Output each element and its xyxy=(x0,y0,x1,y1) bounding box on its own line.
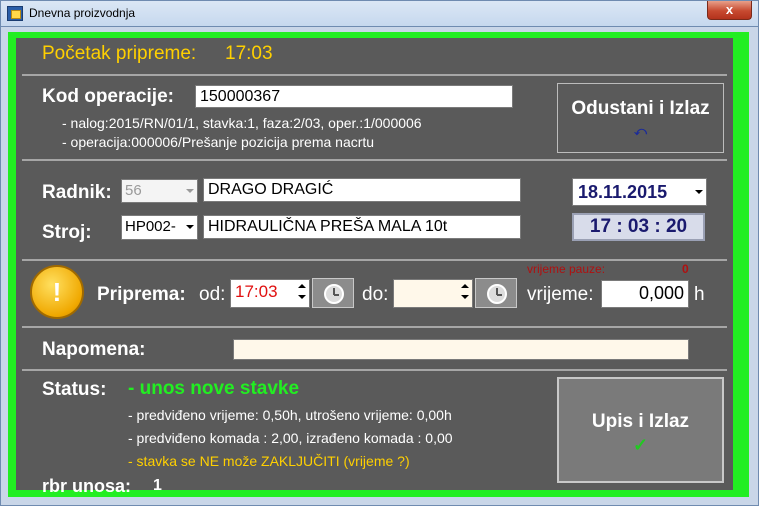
current-time-display: 17 : 03 : 20 xyxy=(572,213,705,241)
pause-time-value: 0 xyxy=(682,262,689,276)
spin-down-icon xyxy=(461,295,469,299)
entry-number-value: 1 xyxy=(153,477,162,494)
status-warning: - stavka se NE može ZAKLJUČITI (vrijeme … xyxy=(128,453,410,469)
clock-icon xyxy=(487,284,507,304)
close-icon: x xyxy=(725,2,734,17)
cancel-exit-button[interactable]: Odustani i Izlaz ⤺ xyxy=(557,83,724,153)
cancel-exit-label: Odustani i Izlaz xyxy=(571,98,710,119)
worker-id-select[interactable]: 56 xyxy=(121,179,198,203)
prep-to-label: do: xyxy=(362,284,389,305)
start-label: Početak pripreme: xyxy=(42,43,197,64)
entry-number-label: rbr unosa: xyxy=(42,476,132,496)
prep-from-time-input[interactable]: 17:03 xyxy=(230,279,310,308)
spin-down-icon xyxy=(298,295,306,299)
machine-id-select[interactable]: HP002- xyxy=(121,215,198,240)
machine-id-value: HP002- xyxy=(125,218,176,235)
note-label: Napomena: xyxy=(42,339,146,360)
spin-up-icon xyxy=(461,284,469,288)
checkmark-icon: ✓ xyxy=(632,435,649,455)
operation-detail-name: - operacija:000006/Prešanje pozicija pre… xyxy=(62,134,375,150)
prep-label: Priprema: xyxy=(97,284,186,305)
chevron-down-icon xyxy=(186,225,194,229)
status-label: Status: xyxy=(42,379,107,400)
date-value: 18.11.2015 xyxy=(578,182,668,202)
machine-name-field[interactable]: HIDRAULIČNA PREŠA MALA 10t xyxy=(203,215,521,239)
note-input[interactable] xyxy=(233,339,689,360)
divider xyxy=(22,259,727,261)
duration-input[interactable]: 0,000 xyxy=(601,280,689,308)
chevron-down-icon xyxy=(695,190,703,194)
date-picker[interactable]: 18.11.2015 xyxy=(572,178,707,206)
prep-from-label: od: xyxy=(199,284,226,305)
prep-from-value: 17:03 xyxy=(235,282,278,301)
warning-icon: ! xyxy=(30,265,84,319)
title-bar: Dnevna proizvodnja x xyxy=(0,0,759,26)
duration-label: vrijeme: xyxy=(527,284,594,305)
pause-time-label: vrijeme pauze: xyxy=(527,262,606,276)
divider xyxy=(22,159,727,161)
chevron-down-icon xyxy=(186,189,194,193)
set-to-time-button[interactable] xyxy=(475,278,517,308)
spin-up-icon xyxy=(298,284,306,288)
machine-label: Stroj: xyxy=(42,222,92,243)
prep-to-time-input[interactable] xyxy=(393,279,473,308)
worker-name-field[interactable]: DRAGO DRAGIĆ xyxy=(203,178,521,202)
operation-code-input[interactable]: 150000367 xyxy=(195,85,513,108)
status-quantity-info: - predviđeno komada : 2,00, izrađeno kom… xyxy=(128,430,453,446)
window-title: Dnevna proizvodnja xyxy=(29,6,136,20)
app-icon xyxy=(7,6,23,21)
status-time-info: - predviđeno vrijeme: 0,50h, utrošeno vr… xyxy=(128,407,452,423)
spin-arrows[interactable] xyxy=(460,282,470,302)
status-value: - unos nove stavke xyxy=(128,378,300,399)
warning-glyph: ! xyxy=(52,277,62,307)
operation-detail-order: - nalog:2015/RN/01/1, stavka:1, faza:2/0… xyxy=(62,115,422,131)
divider xyxy=(22,326,727,328)
save-exit-button[interactable]: Upis i Izlaz ✓ xyxy=(557,377,724,483)
save-exit-label: Upis i Izlaz xyxy=(591,411,690,432)
divider xyxy=(22,369,727,371)
worker-label: Radnik: xyxy=(42,182,112,203)
clock-icon xyxy=(324,284,344,304)
worker-id-value: 56 xyxy=(125,182,142,199)
start-time: 17:03 xyxy=(225,43,273,64)
divider xyxy=(22,74,727,76)
close-button[interactable]: x xyxy=(707,1,752,20)
duration-unit: h xyxy=(694,284,705,305)
operation-code-label: Kod operacije: xyxy=(42,86,174,107)
set-from-time-button[interactable] xyxy=(312,278,354,308)
spin-arrows[interactable] xyxy=(297,282,307,302)
undo-arrow-icon: ⤺ xyxy=(634,124,647,138)
